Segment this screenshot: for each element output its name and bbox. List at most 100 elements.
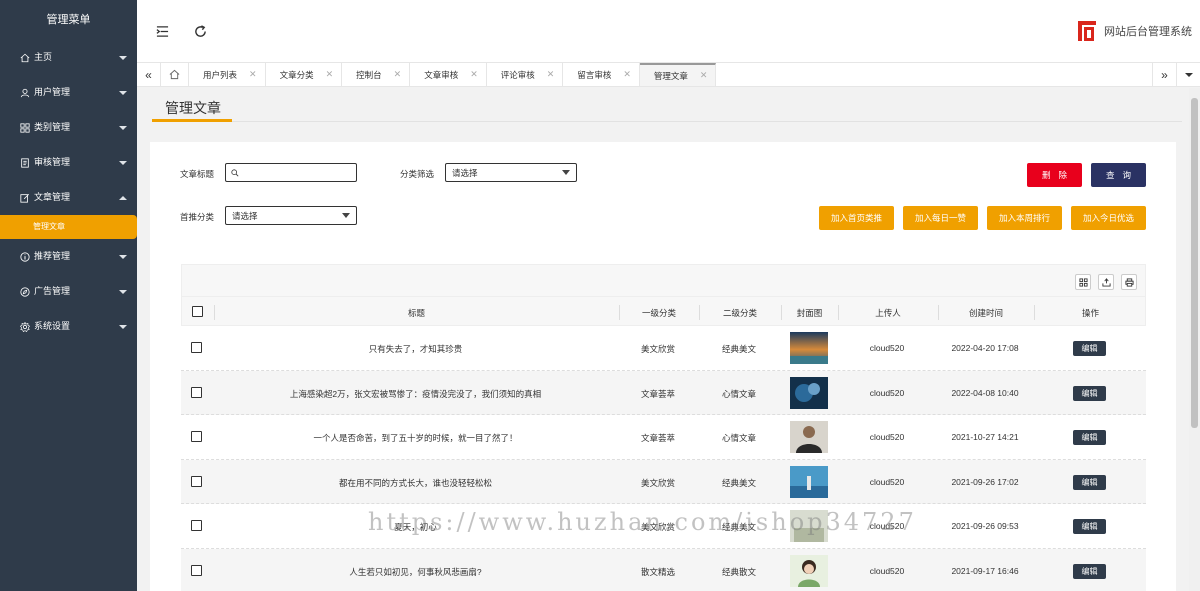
- article-title: 夏天，初心: [394, 522, 437, 532]
- query-button[interactable]: 查询: [1091, 163, 1146, 187]
- table-row: 上海感染超2万，张文宏被骂惨了：疫情没完没了，我们须知的真相 文章荟萃 心情文章…: [181, 370, 1146, 415]
- refresh-button[interactable]: [191, 22, 209, 40]
- category-select[interactable]: 请选择: [445, 163, 577, 182]
- category-filter-label: 分类筛选: [400, 169, 435, 179]
- edit-button[interactable]: 编辑: [1073, 474, 1106, 490]
- brand: 网站后台管理系统: [1077, 20, 1192, 42]
- row-checkbox[interactable]: [191, 386, 202, 398]
- edit-button[interactable]: 编辑: [1073, 341, 1106, 356]
- column-header-category1: 一级分类: [641, 308, 676, 318]
- tab-label: 文章分类: [279, 69, 314, 80]
- table-row: 一个人是否命苦，到了五十岁的时候，就一目了然了！ 文章荟萃 心情文章 cloud…: [181, 415, 1146, 460]
- edit-button[interactable]: 编辑: [1073, 430, 1106, 445]
- menu-collapse-button[interactable]: [153, 22, 171, 40]
- search-icon: [231, 168, 239, 176]
- sidebar-item-home[interactable]: 主页: [0, 40, 137, 75]
- chevron-down-icon: [119, 75, 127, 110]
- sidebar-item-label: 文章管理: [34, 192, 71, 202]
- column-header-title: 标题: [407, 308, 425, 318]
- export-button[interactable]: [1098, 274, 1114, 290]
- tab-scroll-right-button[interactable]: »: [1152, 63, 1176, 86]
- row-checkbox[interactable]: [191, 520, 202, 531]
- edit-button[interactable]: 编辑: [1073, 563, 1106, 579]
- tab-message-review[interactable]: 留言审核 ✕: [563, 63, 640, 86]
- add-today-pick-button[interactable]: 加入今日优选: [1071, 206, 1146, 230]
- page-scrollbar[interactable]: [1189, 88, 1200, 591]
- close-icon[interactable]: ✕: [623, 69, 631, 80]
- tab-home[interactable]: [161, 63, 189, 86]
- sidebar-item-articles[interactable]: 文章管理: [0, 180, 137, 215]
- chevron-down-icon: [119, 274, 127, 309]
- article-category2: 经典美文: [721, 477, 756, 488]
- sidebar-item-review[interactable]: 审核管理: [0, 145, 137, 180]
- main-content: 管理文章 文章标题 分类筛选 请选择 首推分类 请选择 删除 查询 加入首页类推…: [137, 88, 1189, 591]
- edit-button[interactable]: 编辑: [1073, 519, 1106, 534]
- cover-image: [790, 465, 828, 498]
- close-icon[interactable]: ✕: [700, 70, 708, 81]
- tab-article-categories[interactable]: 文章分类 ✕: [266, 63, 343, 86]
- title-filter-label: 文章标题: [180, 169, 215, 179]
- content-panel: 文章标题 分类筛选 请选择 首推分类 请选择 删除 查询 加入首页类推 加入每日…: [150, 142, 1176, 591]
- column-header-uploader: 上传人: [875, 308, 901, 318]
- recommend-filter-label: 首推分类: [180, 212, 215, 222]
- tab-label: 评论审核: [500, 69, 535, 80]
- article-category2: 心情文章: [721, 388, 756, 399]
- page-title-underline: [152, 119, 232, 122]
- delete-button[interactable]: 删除: [1027, 163, 1082, 187]
- gear-icon: [19, 321, 31, 333]
- scrollbar-thumb[interactable]: [1191, 98, 1198, 428]
- chevron-down-icon: [119, 239, 127, 274]
- close-icon[interactable]: ✕: [394, 69, 402, 80]
- add-weekly-ranking-button[interactable]: 加入本周排行: [987, 206, 1062, 230]
- sidebar-item-recommend[interactable]: 推荐管理: [0, 239, 137, 274]
- sidebar-item-label: 广告管理: [34, 286, 71, 296]
- add-daily-button[interactable]: 加入每日一赞: [903, 206, 978, 230]
- article-created-time: 2021-09-17 16:46: [951, 565, 1019, 576]
- tab-dropdown-button[interactable]: [1176, 63, 1200, 86]
- article-title: 只有失去了，才知其珍贵: [368, 344, 463, 354]
- cover-image: [790, 332, 828, 364]
- article-title: 一个人是否命苦，到了五十岁的时候，就一目了然了！: [313, 433, 518, 443]
- edit-button[interactable]: 编辑: [1073, 385, 1106, 401]
- row-checkbox[interactable]: [191, 475, 202, 487]
- title-search-input[interactable]: [225, 163, 357, 182]
- article-title: 人生若只如初见，何事秋风悲画扇?: [349, 566, 482, 577]
- select-all-checkbox[interactable]: [192, 306, 203, 317]
- sidebar-item-categories[interactable]: 类别管理: [0, 110, 137, 145]
- top-header: 网站后台管理系统: [137, 0, 1200, 62]
- article-uploader: cloud520: [869, 343, 905, 353]
- chevron-down-icon: [342, 213, 350, 218]
- sidebar-item-ads[interactable]: 广告管理: [0, 274, 137, 309]
- tab-comment-review[interactable]: 评论审核 ✕: [487, 63, 564, 86]
- tab-article-review[interactable]: 文章审核 ✕: [410, 63, 487, 86]
- close-icon[interactable]: ✕: [470, 69, 478, 80]
- columns-toggle-button[interactable]: [1075, 274, 1091, 290]
- tab-user-list[interactable]: 用户列表 ✕: [189, 63, 266, 86]
- sidebar-item-label: 主页: [34, 52, 53, 62]
- sidebar: 管理菜单 主页 用户管理 类别管理 审核管理 文章管理 管理文章 推荐管理 广告…: [0, 0, 137, 591]
- row-checkbox[interactable]: [191, 342, 202, 353]
- home-icon: [19, 52, 31, 64]
- user-icon: [19, 87, 31, 99]
- tab-console[interactable]: 控制台 ✕: [342, 63, 411, 86]
- close-icon[interactable]: ✕: [326, 69, 334, 80]
- close-icon[interactable]: ✕: [547, 69, 555, 80]
- tab-scroll-left-button[interactable]: «: [137, 63, 161, 86]
- add-home-recommend-button[interactable]: 加入首页类推: [819, 206, 894, 230]
- column-header-created: 创建时间: [968, 308, 1003, 318]
- sidebar-item-users[interactable]: 用户管理: [0, 75, 137, 110]
- document-icon: [19, 157, 31, 169]
- print-button[interactable]: [1121, 274, 1137, 290]
- column-header-category2: 二级分类: [722, 308, 757, 318]
- article-uploader: cloud520: [869, 387, 905, 398]
- row-checkbox[interactable]: [191, 431, 202, 442]
- close-icon[interactable]: ✕: [249, 69, 257, 80]
- row-checkbox[interactable]: [191, 564, 202, 576]
- sidebar-subitem-manage-articles[interactable]: 管理文章: [0, 215, 137, 239]
- column-header-cover: 封面图: [796, 308, 823, 318]
- recommend-select[interactable]: 请选择: [225, 206, 357, 225]
- sidebar-item-settings[interactable]: 系统设置: [0, 309, 137, 344]
- tab-manage-articles[interactable]: 管理文章 ✕: [639, 63, 717, 86]
- brand-title: 网站后台管理系统: [1104, 26, 1192, 38]
- sidebar-title: 管理菜单: [46, 14, 91, 26]
